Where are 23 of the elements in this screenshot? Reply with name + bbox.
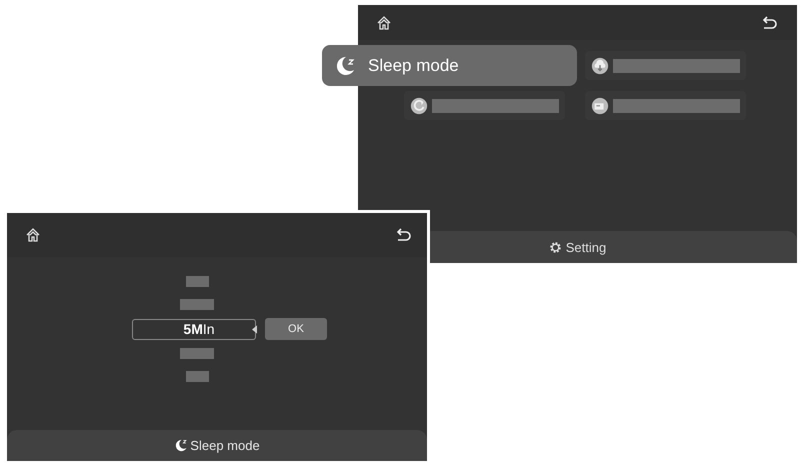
value-field[interactable]: 5MIn: [132, 318, 256, 340]
cloud-download-icon: [591, 56, 609, 74]
blank-option-bar: [186, 371, 209, 382]
pointer-icon: [252, 324, 257, 334]
menu-item[interactable]: Sleep mode: [322, 45, 577, 86]
menu-item[interactable]: [585, 51, 746, 80]
back-icon[interactable]: [761, 14, 777, 30]
menu-item[interactable]: [404, 91, 565, 120]
card-icon: [591, 96, 609, 114]
blank-option-bar: [180, 299, 214, 310]
menu-item[interactable]: [585, 91, 746, 120]
blank-option-bar: [180, 348, 214, 359]
bottom-bar-label: Setting: [566, 240, 606, 254]
ok-button[interactable]: OK: [265, 318, 327, 340]
moon-icon: [174, 438, 190, 453]
bottom-bar-label: Sleep mode: [190, 438, 260, 453]
home-icon[interactable]: [376, 14, 392, 30]
blank-option-bar: [186, 276, 209, 287]
refresh-icon: [410, 96, 428, 114]
home-icon[interactable]: [25, 227, 41, 243]
settings-icon: [548, 240, 562, 254]
back-icon[interactable]: [395, 227, 411, 243]
item-label: Sleep mode: [368, 56, 459, 76]
